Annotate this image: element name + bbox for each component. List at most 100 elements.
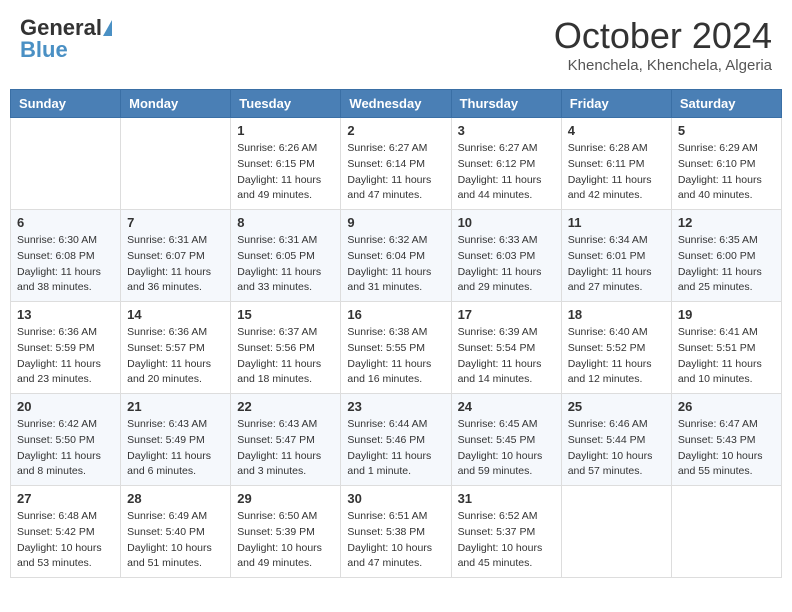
calendar-cell: 15 Sunrise: 6:37 AM Sunset: 5:56 PM Dayl… [231,302,341,394]
sunset-text: Sunset: 5:46 PM [347,434,425,446]
day-number: 21 [127,399,224,414]
day-number: 27 [17,491,114,506]
calendar-cell: 3 Sunrise: 6:27 AM Sunset: 6:12 PM Dayli… [451,118,561,210]
sunrise-text: Sunrise: 6:44 AM [347,418,427,430]
daylight-text: Daylight: 11 hours and 29 minutes. [458,266,542,294]
calendar-cell: 20 Sunrise: 6:42 AM Sunset: 5:50 PM Dayl… [11,394,121,486]
sunrise-text: Sunrise: 6:40 AM [568,326,648,338]
sunrise-text: Sunrise: 6:27 AM [347,142,427,154]
daylight-text: Daylight: 11 hours and 16 minutes. [347,358,431,386]
day-number: 17 [458,307,555,322]
day-number: 4 [568,123,665,138]
sunrise-text: Sunrise: 6:29 AM [678,142,758,154]
calendar-cell: 28 Sunrise: 6:49 AM Sunset: 5:40 PM Dayl… [121,486,231,578]
sunset-text: Sunset: 5:51 PM [678,342,756,354]
sunset-text: Sunset: 6:05 PM [237,250,315,262]
location-subtitle: Khenchela, Khenchela, Algeria [554,57,772,74]
day-number: 22 [237,399,334,414]
calendar-cell: 31 Sunrise: 6:52 AM Sunset: 5:37 PM Dayl… [451,486,561,578]
calendar-week-row: 1 Sunrise: 6:26 AM Sunset: 6:15 PM Dayli… [11,118,782,210]
logo-blue: Blue [20,37,68,63]
sunset-text: Sunset: 6:00 PM [678,250,756,262]
day-number: 1 [237,123,334,138]
daylight-text: Daylight: 11 hours and 10 minutes. [678,358,762,386]
daylight-text: Daylight: 11 hours and 31 minutes. [347,266,431,294]
day-info: Sunrise: 6:36 AM Sunset: 5:59 PM Dayligh… [17,325,114,388]
calendar-cell: 25 Sunrise: 6:46 AM Sunset: 5:44 PM Dayl… [561,394,671,486]
calendar-cell: 4 Sunrise: 6:28 AM Sunset: 6:11 PM Dayli… [561,118,671,210]
sunrise-text: Sunrise: 6:43 AM [127,418,207,430]
daylight-text: Daylight: 11 hours and 42 minutes. [568,174,652,202]
day-info: Sunrise: 6:30 AM Sunset: 6:08 PM Dayligh… [17,233,114,296]
day-info: Sunrise: 6:39 AM Sunset: 5:54 PM Dayligh… [458,325,555,388]
sunset-text: Sunset: 5:44 PM [568,434,646,446]
day-info: Sunrise: 6:47 AM Sunset: 5:43 PM Dayligh… [678,417,775,480]
day-info: Sunrise: 6:26 AM Sunset: 6:15 PM Dayligh… [237,141,334,204]
day-number: 18 [568,307,665,322]
daylight-text: Daylight: 11 hours and 47 minutes. [347,174,431,202]
calendar-day-header: Monday [121,90,231,118]
sunset-text: Sunset: 5:56 PM [237,342,315,354]
sunrise-text: Sunrise: 6:39 AM [458,326,538,338]
day-number: 25 [568,399,665,414]
logo: General Blue [20,15,112,63]
day-info: Sunrise: 6:36 AM Sunset: 5:57 PM Dayligh… [127,325,224,388]
calendar-cell: 29 Sunrise: 6:50 AM Sunset: 5:39 PM Dayl… [231,486,341,578]
day-number: 11 [568,215,665,230]
calendar-cell [561,486,671,578]
calendar-cell: 1 Sunrise: 6:26 AM Sunset: 6:15 PM Dayli… [231,118,341,210]
logo-icon [103,20,112,36]
sunrise-text: Sunrise: 6:52 AM [458,510,538,522]
day-info: Sunrise: 6:43 AM Sunset: 5:47 PM Dayligh… [237,417,334,480]
sunset-text: Sunset: 5:47 PM [237,434,315,446]
day-number: 3 [458,123,555,138]
calendar-day-header: Sunday [11,90,121,118]
calendar-cell: 8 Sunrise: 6:31 AM Sunset: 6:05 PM Dayli… [231,210,341,302]
calendar-cell [11,118,121,210]
sunset-text: Sunset: 5:40 PM [127,526,205,538]
daylight-text: Daylight: 11 hours and 6 minutes. [127,450,211,478]
calendar-cell: 19 Sunrise: 6:41 AM Sunset: 5:51 PM Dayl… [671,302,781,394]
day-number: 31 [458,491,555,506]
day-number: 30 [347,491,444,506]
calendar-cell: 22 Sunrise: 6:43 AM Sunset: 5:47 PM Dayl… [231,394,341,486]
calendar-cell: 21 Sunrise: 6:43 AM Sunset: 5:49 PM Dayl… [121,394,231,486]
calendar-cell: 6 Sunrise: 6:30 AM Sunset: 6:08 PM Dayli… [11,210,121,302]
daylight-text: Daylight: 10 hours and 55 minutes. [678,450,763,478]
sunset-text: Sunset: 5:42 PM [17,526,95,538]
day-number: 12 [678,215,775,230]
calendar-cell: 30 Sunrise: 6:51 AM Sunset: 5:38 PM Dayl… [341,486,451,578]
calendar-cell: 12 Sunrise: 6:35 AM Sunset: 6:00 PM Dayl… [671,210,781,302]
daylight-text: Daylight: 11 hours and 1 minute. [347,450,431,478]
day-number: 9 [347,215,444,230]
daylight-text: Daylight: 11 hours and 36 minutes. [127,266,211,294]
day-info: Sunrise: 6:37 AM Sunset: 5:56 PM Dayligh… [237,325,334,388]
sunrise-text: Sunrise: 6:30 AM [17,234,97,246]
sunset-text: Sunset: 5:54 PM [458,342,536,354]
sunset-text: Sunset: 5:39 PM [237,526,315,538]
calendar-cell: 23 Sunrise: 6:44 AM Sunset: 5:46 PM Dayl… [341,394,451,486]
day-number: 5 [678,123,775,138]
sunset-text: Sunset: 5:43 PM [678,434,756,446]
calendar-cell: 10 Sunrise: 6:33 AM Sunset: 6:03 PM Dayl… [451,210,561,302]
day-info: Sunrise: 6:27 AM Sunset: 6:14 PM Dayligh… [347,141,444,204]
calendar-cell: 2 Sunrise: 6:27 AM Sunset: 6:14 PM Dayli… [341,118,451,210]
daylight-text: Daylight: 11 hours and 12 minutes. [568,358,652,386]
day-info: Sunrise: 6:29 AM Sunset: 6:10 PM Dayligh… [678,141,775,204]
daylight-text: Daylight: 11 hours and 25 minutes. [678,266,762,294]
daylight-text: Daylight: 11 hours and 8 minutes. [17,450,101,478]
sunset-text: Sunset: 5:55 PM [347,342,425,354]
day-number: 23 [347,399,444,414]
sunrise-text: Sunrise: 6:34 AM [568,234,648,246]
day-number: 16 [347,307,444,322]
sunset-text: Sunset: 5:45 PM [458,434,536,446]
sunrise-text: Sunrise: 6:49 AM [127,510,207,522]
calendar-table: SundayMondayTuesdayWednesdayThursdayFrid… [10,89,782,578]
sunset-text: Sunset: 5:59 PM [17,342,95,354]
calendar-cell [671,486,781,578]
day-info: Sunrise: 6:52 AM Sunset: 5:37 PM Dayligh… [458,509,555,572]
sunrise-text: Sunrise: 6:46 AM [568,418,648,430]
sunrise-text: Sunrise: 6:26 AM [237,142,317,154]
day-number: 20 [17,399,114,414]
day-number: 7 [127,215,224,230]
